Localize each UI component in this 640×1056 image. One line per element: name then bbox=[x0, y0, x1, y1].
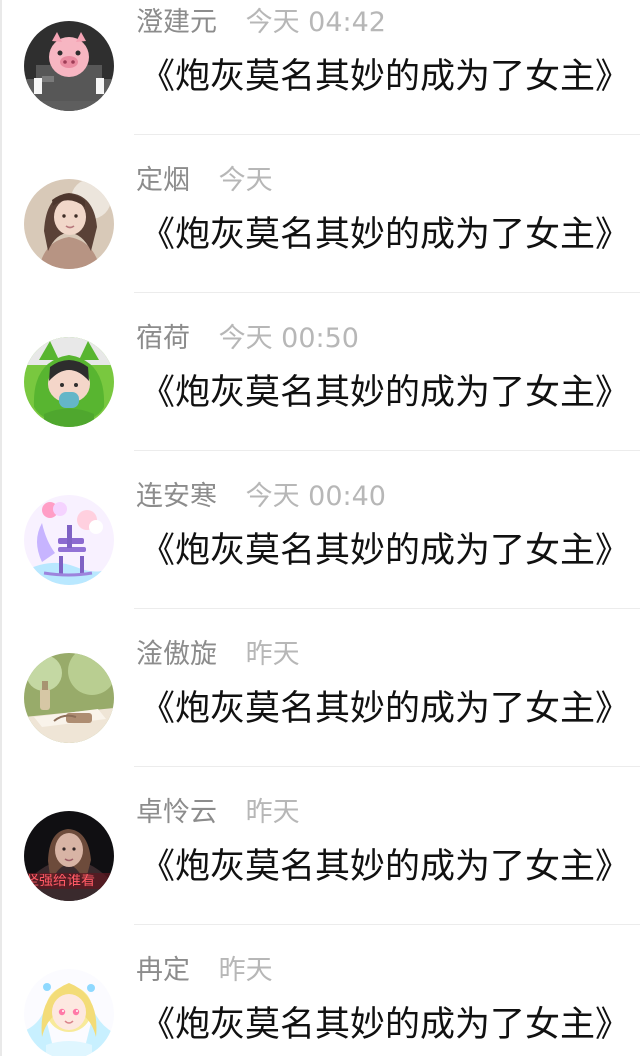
comment-meta: 卓怜云 昨天 bbox=[136, 795, 300, 831]
comment-text: 《炮灰莫名其妙的成为了女主》 bbox=[140, 373, 631, 413]
comment-text: 《炮灰莫名其妙的成为了女主》 bbox=[140, 847, 631, 887]
username[interactable]: 卓怜云 bbox=[136, 797, 217, 828]
comment-item[interactable]: 冉定 昨天 《炮灰莫名其妙的成为了女主》 bbox=[0, 925, 640, 1056]
flower-chair-avatar-icon[interactable] bbox=[24, 495, 114, 585]
green-cat-hood-avatar-icon[interactable] bbox=[24, 337, 114, 427]
comment-text: 《炮灰莫名其妙的成为了女主》 bbox=[140, 57, 631, 97]
comment-meta: 定烟 今天 bbox=[136, 163, 273, 199]
girl-portrait-avatar-icon[interactable] bbox=[24, 179, 114, 269]
username[interactable]: 定烟 bbox=[136, 165, 190, 196]
anime-girl-avatar-icon[interactable] bbox=[24, 969, 114, 1056]
comment-item[interactable]: 宿荷 今天 00:50 《炮灰莫名其妙的成为了女主》 bbox=[0, 293, 640, 451]
username[interactable]: 冉定 bbox=[136, 955, 190, 986]
timestamp: 昨天 bbox=[218, 955, 273, 986]
username[interactable]: 连安寒 bbox=[136, 481, 217, 512]
comment-text: 《炮灰莫名其妙的成为了女主》 bbox=[140, 689, 631, 729]
username[interactable]: 宿荷 bbox=[136, 323, 190, 354]
timestamp: 今天 04:42 bbox=[245, 7, 386, 38]
comment-meta: 宿荷 今天 00:50 bbox=[136, 321, 359, 357]
timestamp: 昨天 bbox=[245, 797, 300, 828]
username[interactable]: 淦傲旋 bbox=[136, 639, 217, 670]
comment-item[interactable]: 澄建元 今天 04:42 《炮灰莫名其妙的成为了女主》 bbox=[0, 0, 640, 135]
comment-text: 《炮灰莫名其妙的成为了女主》 bbox=[140, 1005, 631, 1045]
comment-item[interactable]: 定烟 今天 《炮灰莫名其妙的成为了女主》 bbox=[0, 135, 640, 293]
comment-meta: 淦傲旋 昨天 bbox=[136, 637, 300, 673]
comment-item[interactable]: 淦傲旋 昨天 《炮灰莫名其妙的成为了女主》 bbox=[0, 609, 640, 767]
comment-text: 《炮灰莫名其妙的成为了女主》 bbox=[140, 215, 631, 255]
comment-feed: 澄建元 今天 04:42 《炮灰莫名其妙的成为了女主》 定烟 今天 《炮灰莫名其… bbox=[0, 0, 640, 1056]
pig-suit-avatar-icon[interactable] bbox=[24, 21, 114, 111]
timestamp: 昨天 bbox=[245, 639, 300, 670]
comment-text: 《炮灰莫名其妙的成为了女主》 bbox=[140, 531, 631, 571]
username[interactable]: 澄建元 bbox=[136, 7, 217, 38]
comment-item[interactable]: 连安寒 今天 00:40 《炮灰莫名其妙的成为了女主》 bbox=[0, 451, 640, 609]
timestamp: 今天 00:50 bbox=[218, 323, 359, 354]
dark-portrait-avatar-icon[interactable]: 坚强给谁看 bbox=[24, 811, 114, 901]
comment-list-screen: 澄建元 今天 04:42 《炮灰莫名其妙的成为了女主》 定烟 今天 《炮灰莫名其… bbox=[0, 0, 640, 1056]
comment-meta: 连安寒 今天 00:40 bbox=[136, 479, 386, 515]
comment-meta: 冉定 昨天 bbox=[136, 953, 273, 989]
comment-item[interactable]: 坚强给谁看 卓怜云 昨天 《炮灰莫名其妙的成为了女主》 bbox=[0, 767, 640, 925]
avatar-caption: 坚强给谁看 bbox=[25, 874, 95, 888]
timestamp: 今天 bbox=[218, 165, 273, 196]
timestamp: 今天 00:40 bbox=[245, 481, 386, 512]
comment-meta: 澄建元 今天 04:42 bbox=[136, 5, 386, 41]
table-bottle-avatar-icon[interactable] bbox=[24, 653, 114, 743]
